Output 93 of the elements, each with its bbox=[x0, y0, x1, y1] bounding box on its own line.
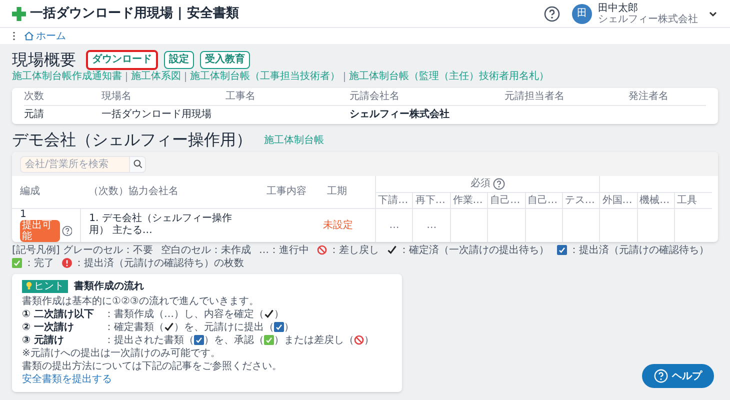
table-cell: 一括ダウンロード用現場 bbox=[102, 109, 212, 120]
section-title: 現場概要 bbox=[12, 50, 76, 70]
progress-mark[interactable]: … bbox=[426, 220, 437, 230]
kebab-menu-icon[interactable] bbox=[12, 31, 16, 41]
toolbar-button[interactable]: 設定 bbox=[164, 51, 194, 69]
user-company: シェルフィー株式会社 bbox=[598, 14, 698, 24]
step-text: ：確定書類（ bbox=[104, 320, 164, 334]
search-button[interactable] bbox=[130, 156, 146, 172]
legend-text: [記号凡例] グレーのセル：不要 bbox=[12, 244, 153, 256]
document-link[interactable]: 施工体制台帳作成通知書 bbox=[12, 70, 122, 84]
legend-text: ：確定済（一次請けの提出待ち） bbox=[398, 244, 549, 256]
column-header: 元請会社名 bbox=[350, 88, 504, 106]
page-title: 一括ダウンロード用現場 | 安全書類 bbox=[30, 4, 239, 23]
legend-text: 空白のセル：未作成 bbox=[160, 244, 251, 256]
column-header: 元請担当者名 bbox=[504, 88, 628, 106]
table-cell: 元請 bbox=[24, 109, 44, 120]
check-icon bbox=[386, 245, 397, 255]
column-header: 外国… bbox=[602, 194, 632, 206]
plus-logo-icon bbox=[12, 6, 26, 20]
checkbox-icon bbox=[194, 335, 204, 345]
checkbox-icon bbox=[12, 258, 22, 268]
table-cell: シェルフィー株式会社 bbox=[350, 109, 450, 120]
hint-title: 書類作成の流れ bbox=[74, 280, 144, 292]
company-name[interactable]: 1. デモ会社（シェルフィー操作用） 主たる… bbox=[89, 213, 250, 237]
legend-text: ：差し戻し bbox=[328, 244, 379, 256]
ledger-link[interactable]: 施工体制台帳 bbox=[264, 133, 324, 148]
document-link[interactable]: 施工体制台帳（監理（主任）技術者用名札） bbox=[349, 70, 549, 84]
column-header: 工期 bbox=[327, 186, 348, 197]
step-label: ① 二次請け以下 bbox=[22, 308, 95, 320]
column-header: 次数 bbox=[24, 88, 102, 106]
legend-text: ：提出済（元請けの確認待ち） bbox=[568, 244, 709, 256]
column-header: 再下… bbox=[415, 194, 446, 206]
alert-icon bbox=[62, 258, 72, 268]
checkbox-icon bbox=[274, 322, 284, 332]
step-text: ）または差戻し（ bbox=[274, 334, 354, 346]
step-text: ）を、元請けに提出（ bbox=[174, 320, 274, 334]
help-icon bbox=[492, 178, 505, 190]
toolbar-button[interactable]: ダウンロード bbox=[86, 50, 158, 70]
step-text: ：提出された書類（ bbox=[104, 334, 194, 346]
column-header: 機械… bbox=[640, 194, 670, 206]
column-header: 発注者名 bbox=[628, 88, 706, 106]
step-text: ） bbox=[284, 320, 294, 334]
document-link[interactable]: 施工体系図 bbox=[131, 70, 181, 84]
column-header: テス… bbox=[564, 194, 595, 206]
search-field[interactable]: 会社/営業所を検索 bbox=[20, 156, 130, 172]
step-label: ③ 元請け bbox=[22, 334, 65, 346]
column-header: 現場名 bbox=[102, 88, 226, 106]
step-text: ）を、承認（ bbox=[204, 334, 264, 346]
step-text: ） bbox=[274, 308, 284, 320]
prohibited-icon bbox=[316, 245, 327, 255]
column-header: 作業… bbox=[452, 194, 483, 206]
row-number: 1 bbox=[20, 208, 28, 220]
column-header: 工事内容 bbox=[266, 186, 306, 197]
company-title: デモ会社（シェルフィー操作用） bbox=[12, 130, 252, 150]
progress-mark[interactable]: … bbox=[389, 220, 400, 230]
column-header: 自己… bbox=[528, 194, 558, 206]
check-icon bbox=[164, 322, 174, 332]
home-link[interactable]: ホーム bbox=[24, 28, 66, 44]
hint-text: 書類作成は基本的に①②③の流れで進んでいきます。 bbox=[22, 294, 260, 308]
toolbar-button[interactable]: 受入教育 bbox=[200, 51, 250, 69]
help-icon bbox=[62, 224, 72, 236]
help-icon bbox=[654, 369, 668, 383]
step-text: ：書類作成（…）し、内容を確定（ bbox=[104, 308, 264, 320]
step-label: ② 一次請け bbox=[22, 320, 75, 334]
legend-text: …：進行中 bbox=[258, 244, 309, 256]
check-icon bbox=[264, 309, 274, 319]
home-icon bbox=[24, 31, 34, 41]
help-icon bbox=[544, 6, 560, 22]
column-header: 編成 bbox=[20, 186, 40, 197]
group-header: 必須 bbox=[470, 176, 491, 192]
checkbox-icon bbox=[264, 335, 274, 345]
period-status: 未設定 bbox=[323, 220, 354, 230]
column-header: 自己… bbox=[490, 194, 520, 206]
prohibited-icon bbox=[354, 335, 364, 345]
step-text: ） bbox=[364, 334, 374, 346]
checkbox-icon bbox=[556, 245, 567, 255]
column-header: 工具 bbox=[676, 194, 697, 206]
article-link[interactable]: 安全書類を提出する bbox=[22, 374, 112, 384]
hint-text: 書類の提出方法については下記の記事をご参照ください。 bbox=[22, 360, 283, 372]
hint-badge: ヒント bbox=[22, 280, 68, 292]
status-badge: 提出可能 bbox=[20, 220, 60, 242]
column-header: （次数）協力会社名 bbox=[88, 186, 179, 197]
legend-text: ：提出済（元請けの確認待ち）の枚数 bbox=[74, 256, 244, 270]
help-button[interactable]: ヘルプ bbox=[642, 364, 714, 388]
lightbulb-icon bbox=[26, 281, 32, 291]
column-header: 下請… bbox=[378, 194, 408, 206]
document-link[interactable]: 施工体制台帳（工事担当技術者） bbox=[190, 70, 340, 84]
hint-text: ※元請けへの提出は一次請けのみ可能です。 bbox=[22, 346, 222, 360]
column-header: 工事名 bbox=[226, 88, 350, 106]
legend-text: ：完了 bbox=[24, 256, 54, 270]
user-name: 田中太郎 bbox=[598, 2, 639, 14]
user-avatar: 田 bbox=[572, 4, 592, 24]
search-icon bbox=[132, 159, 142, 169]
